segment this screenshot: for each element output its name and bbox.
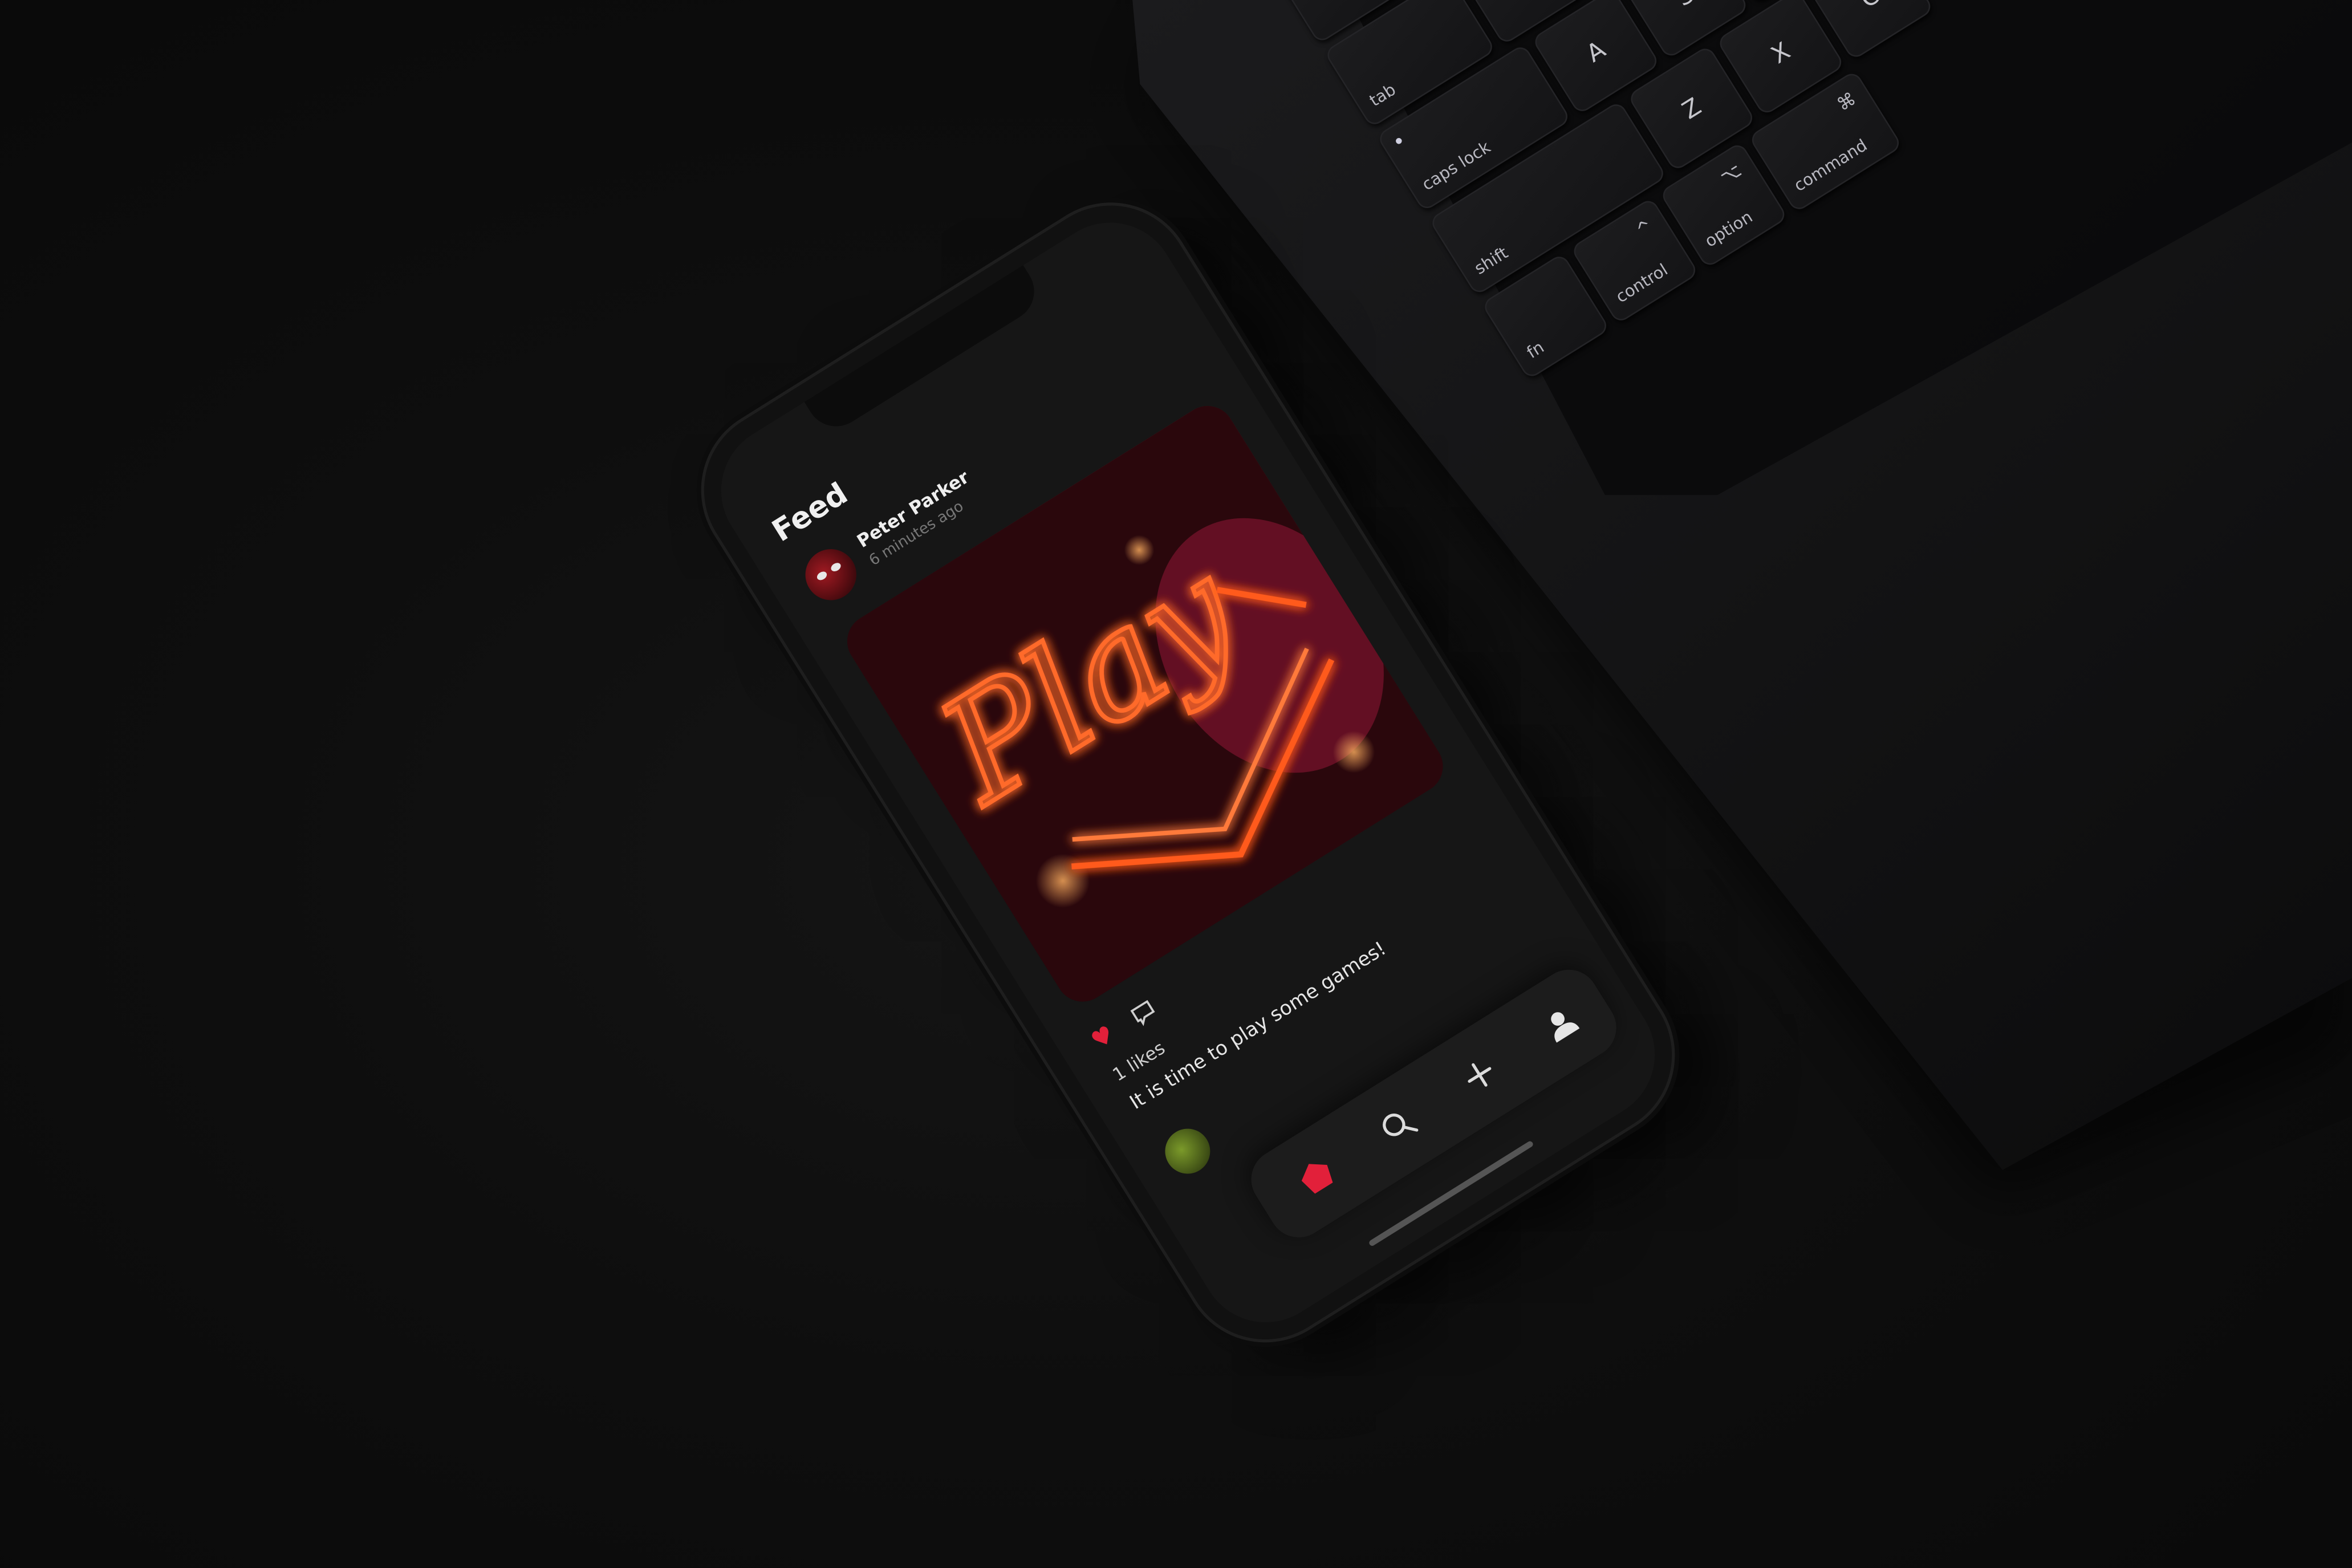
page-title: Feed <box>765 475 854 549</box>
caps-indicator <box>1395 136 1403 145</box>
avatar[interactable] <box>795 539 866 610</box>
photo-scene: ! 1 ~ ` tab Q W caps lock A <box>0 0 2352 1568</box>
avatar-eye-left <box>815 570 828 582</box>
comment-icon[interactable] <box>1125 994 1162 1031</box>
post-caption: It is time to play some games! <box>1126 938 1391 1115</box>
home-icon[interactable] <box>1290 1150 1343 1204</box>
search-icon[interactable] <box>1371 1099 1425 1152</box>
avatar-eye-right <box>829 561 843 574</box>
profile-icon[interactable] <box>1534 997 1588 1051</box>
heart-icon[interactable]: ♥ <box>1086 1018 1124 1055</box>
add-icon[interactable] <box>1453 1048 1506 1102</box>
next-post-avatar[interactable] <box>1156 1120 1219 1183</box>
